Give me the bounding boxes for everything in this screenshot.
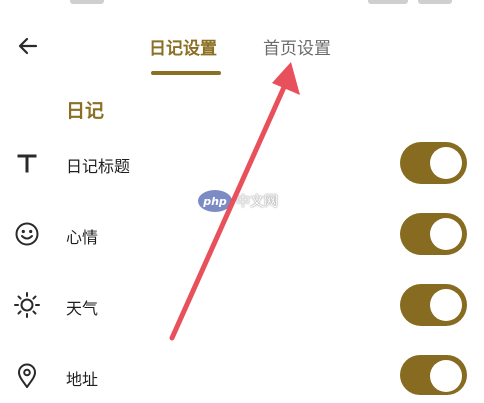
- tab-diary-settings[interactable]: 日记设置: [149, 34, 217, 59]
- setting-label: 日记标题: [66, 157, 131, 176]
- toggle-knob: [430, 218, 462, 250]
- setting-row-diary-title: 日记标题: [0, 142, 484, 190]
- watermark-text: 中文网: [236, 194, 278, 210]
- annotation-arrow-icon: [169, 62, 300, 341]
- diary-title-toggle[interactable]: [400, 142, 467, 184]
- setting-label: 地址: [66, 370, 99, 389]
- setting-label: 天气: [66, 299, 99, 318]
- sun-icon: [12, 290, 42, 320]
- watermark-badge: php: [198, 190, 232, 212]
- setting-label: 心情: [66, 228, 99, 247]
- watermark: php 中文网: [198, 190, 278, 212]
- mood-toggle[interactable]: [400, 213, 467, 255]
- toggle-knob: [430, 147, 462, 179]
- smiley-icon: [12, 219, 42, 249]
- address-toggle[interactable]: [400, 355, 467, 395]
- toggle-knob: [430, 360, 462, 392]
- active-tab-indicator: [151, 71, 221, 75]
- text-icon: [12, 148, 42, 178]
- location-pin-icon: [12, 361, 42, 391]
- section-title: 日记: [66, 100, 105, 122]
- back-arrow-icon[interactable]: [14, 32, 42, 60]
- tab-home-settings[interactable]: 首页设置: [263, 34, 331, 59]
- status-bar-remnant: [0, 0, 484, 6]
- toggle-knob: [430, 289, 462, 321]
- setting-row-mood: 心情: [0, 213, 484, 261]
- weather-toggle[interactable]: [400, 284, 467, 326]
- setting-row-weather: 天气: [0, 284, 484, 332]
- setting-row-address: 地址: [0, 355, 484, 403]
